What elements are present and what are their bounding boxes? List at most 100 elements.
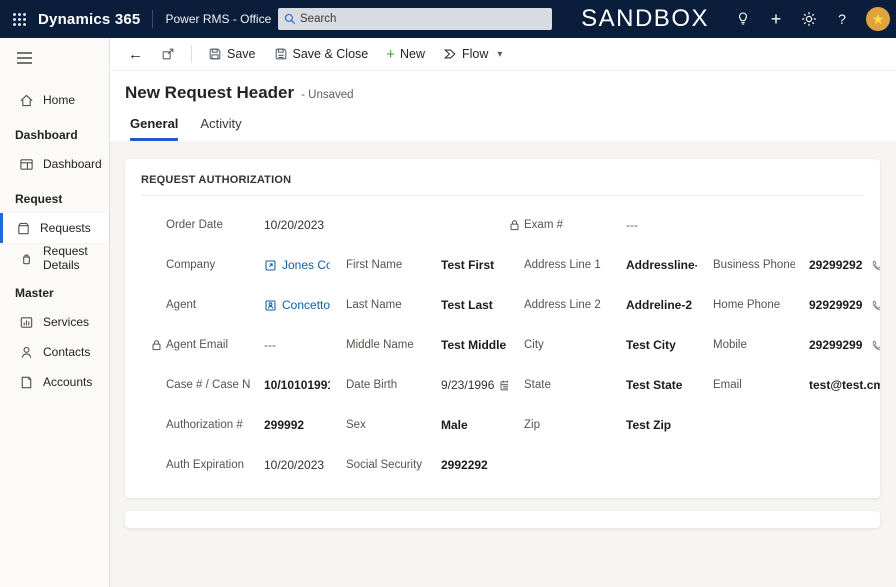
field-value-first-name[interactable]: Test First <box>427 258 508 272</box>
field-label-zip: Zip <box>508 419 612 431</box>
calendar-icon[interactable] <box>499 379 508 392</box>
sidebar-item-label: Contacts <box>43 345 91 359</box>
lightbulb-icon[interactable] <box>734 10 752 28</box>
lookup-link-company[interactable]: Jones Com... <box>282 258 330 272</box>
save-button[interactable]: Save <box>200 43 264 65</box>
requests-icon <box>16 221 31 236</box>
sidebar-item-contacts[interactable]: Contacts <box>0 337 109 367</box>
new-button[interactable]: + New <box>378 43 433 66</box>
open-in-new-window-button[interactable] <box>153 43 183 65</box>
field-value-text: 10/10101991 <box>264 378 330 392</box>
field-value-case-case-name[interactable]: 10/10101991 <box>250 378 330 392</box>
field-value-text: --- <box>626 218 638 232</box>
field-value-zip[interactable]: Test Zip <box>612 418 697 432</box>
field-value-mobile[interactable]: 29299299 <box>795 338 880 352</box>
field-label-text: Auth Expiration <box>166 459 244 471</box>
sidebar-item-accounts[interactable]: Accounts <box>0 367 109 397</box>
field-label-order-date: Order Date <box>150 219 250 231</box>
field-value-state[interactable]: Test State <box>612 378 697 392</box>
sidebar-group-master: Master <box>15 286 54 300</box>
sidebar-item-dashboard[interactable]: Dashboard <box>0 149 109 179</box>
hamburger-icon[interactable] <box>0 38 109 79</box>
field-value-text: --- <box>264 338 276 352</box>
sidebar-item-label: Request Details <box>43 244 88 272</box>
form-header: New Request Header - Unsaved General Act… <box>110 71 896 141</box>
field-label-city: City <box>508 339 612 351</box>
avatar[interactable]: ★ <box>866 7 890 31</box>
tab-general[interactable]: General <box>130 116 179 141</box>
field-label-home-phone: Home Phone <box>697 299 795 311</box>
accounts-icon <box>19 375 34 390</box>
field-value-text: Male <box>441 418 468 432</box>
field-label-case-case-name: Case # / Case Name <box>150 379 250 391</box>
save-and-close-button[interactable]: Save & Close <box>266 43 377 65</box>
sidebar-item-label: Home <box>43 93 76 107</box>
field-value-company[interactable]: Jones Com... <box>250 258 330 272</box>
sidebar-item-request-details[interactable]: Request Details <box>0 243 109 273</box>
lookup-link-agent[interactable]: Concetto ... <box>282 298 330 312</box>
field-value-text: Test First <box>441 258 495 272</box>
field-label-social-security: Social Security <box>330 459 427 471</box>
tab-activity[interactable]: Activity <box>200 116 241 141</box>
sidebar-item-label: Services <box>43 315 90 329</box>
field-value-text: Test State <box>626 378 683 392</box>
field-value-last-name[interactable]: Test Last <box>427 298 508 312</box>
calendar-icon[interactable] <box>329 219 330 232</box>
phone-icon[interactable] <box>871 299 880 312</box>
field-value-sex[interactable]: Male <box>427 418 508 432</box>
field-label-sex: Sex <box>330 419 427 431</box>
save-icon <box>208 47 222 61</box>
field-value-middle-name[interactable]: Test Middle <box>427 338 508 352</box>
field-label-text: Agent <box>166 299 197 311</box>
field-label-text: Address Line 1 <box>524 259 601 271</box>
request-authorization-card: REQUEST AUTHORIZATION Order Date 10/20/20… <box>125 159 880 498</box>
gear-icon[interactable] <box>800 10 818 28</box>
back-button[interactable]: ← <box>120 44 151 65</box>
sidebar-item-home[interactable]: Home <box>0 85 109 115</box>
plus-icon[interactable]: + <box>767 9 785 29</box>
field-label-business-phone: Business Phone <box>697 259 795 271</box>
save-status-badge: - Unsaved <box>301 89 354 101</box>
command-bar: ← Save Save & Close + New Flow ▾ <box>110 38 896 71</box>
flow-button[interactable]: Flow ▾ <box>435 43 514 66</box>
field-label-text: First Name <box>346 259 403 271</box>
field-value-text: 10/20/2023 <box>264 458 325 472</box>
top-navigation-bar: Dynamics 365 Power RMS - Office SANDBOX … <box>0 0 896 38</box>
chevron-down-icon[interactable]: ▾ <box>493 47 506 62</box>
sidebar-item-requests[interactable]: Requests <box>0 213 109 243</box>
field-value-text: test@test.cm <box>809 378 880 392</box>
field-label-date-birth: Date Birth <box>330 379 427 391</box>
app-name[interactable]: Dynamics 365 <box>38 11 140 28</box>
field-value-business-phone[interactable]: 29299292 <box>795 258 880 272</box>
field-value-agent[interactable]: Concetto ... <box>250 298 330 312</box>
area-name[interactable]: Power RMS - Office <box>165 12 271 26</box>
field-value-address-line-2[interactable]: Addreline-2 <box>612 298 697 312</box>
field-value-authorization[interactable]: 299992 <box>250 418 330 432</box>
field-value-auth-expiration[interactable]: 10/20/2023 <box>250 458 330 472</box>
sidebar-item-services[interactable]: Services <box>0 307 109 337</box>
help-icon[interactable]: ? <box>833 10 851 28</box>
field-value-text: 29299299 <box>809 338 863 352</box>
field-value-city[interactable]: Test City <box>612 338 697 352</box>
field-label-text: Sex <box>346 419 366 431</box>
global-search[interactable] <box>278 8 552 30</box>
search-input[interactable] <box>300 13 546 25</box>
field-value-order-date[interactable]: 10/20/2023 <box>250 218 330 232</box>
dashboard-icon <box>19 157 34 172</box>
phone-icon[interactable] <box>871 259 880 272</box>
field-value-home-phone[interactable]: 92929929 <box>795 298 880 312</box>
new-button-label: New <box>400 47 426 61</box>
field-value-address-line-1[interactable]: Addressline-1 <box>612 258 697 272</box>
field-label-exam: Exam # <box>508 219 612 231</box>
waffle-icon[interactable] <box>0 0 38 38</box>
field-value-social-security[interactable]: 2992292 <box>427 458 508 472</box>
person-lookup-icon <box>264 299 277 312</box>
save-and-close-icon <box>274 47 288 61</box>
field-label-address-line-2: Address Line 2 <box>508 299 612 311</box>
phone-icon[interactable] <box>871 339 880 352</box>
field-value-exam: --- <box>612 218 697 232</box>
field-value-date-birth[interactable]: 9/23/1996 <box>427 378 508 392</box>
field-value-email[interactable]: test@test.cm <box>795 378 880 392</box>
request-details-icon <box>19 251 34 266</box>
topbar-divider <box>152 10 154 28</box>
